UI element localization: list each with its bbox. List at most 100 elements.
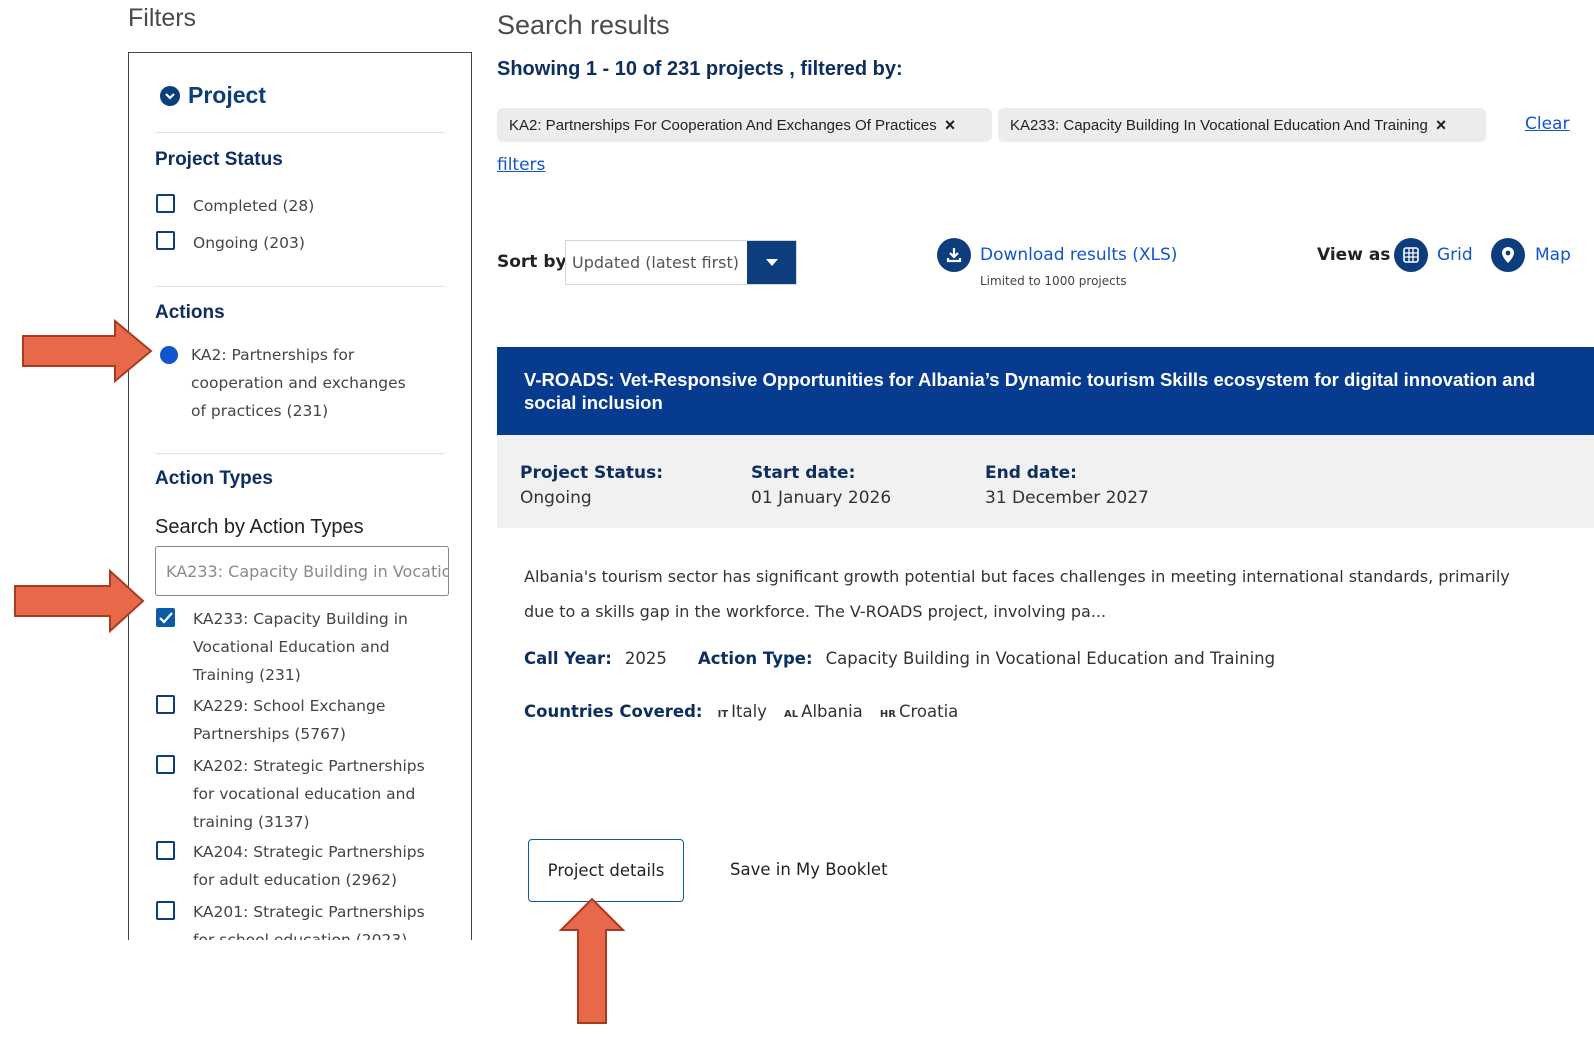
chip-label: KA2: Partnerships For Cooperation And Ex…: [509, 116, 937, 134]
arrow-actions: [22, 318, 153, 384]
divider: [155, 286, 445, 287]
project-status-title: Project Status: [155, 149, 283, 170]
status-label-completed: Completed (28): [193, 197, 315, 215]
map-pin-icon[interactable]: [1491, 238, 1525, 272]
sort-value: Updated (latest first): [572, 253, 739, 272]
results-count: Showing 1 - 10 of 231 projects , filtere…: [497, 58, 903, 80]
action-label-line: cooperation and exchanges: [191, 374, 406, 392]
action-type-option-ka229[interactable]: KA229: School Exchange Partnerships (576…: [193, 692, 385, 748]
country-name: Croatia: [898, 702, 959, 721]
action-type-option-ka204[interactable]: KA204: Strategic Partnerships for adult …: [193, 838, 425, 894]
action-type-option-ka202[interactable]: KA202: Strategic Partnerships for vocati…: [193, 752, 425, 836]
download-icon[interactable]: [937, 238, 971, 272]
countries-label: Countries Covered:: [524, 702, 703, 721]
countries-row: Countries Covered: IT Italy AL Albania HR C…: [524, 702, 958, 721]
status-option-ongoing[interactable]: [156, 231, 175, 250]
option-line: KA202: Strategic Partnerships: [193, 757, 425, 775]
option-line: KA201: Strategic Partnerships: [193, 903, 425, 921]
view-map-link[interactable]: Map: [1535, 245, 1571, 265]
card-title-line: V-ROADS: Vet-Responsive Opportunities fo…: [524, 369, 1536, 390]
start-date-label: Start date:: [751, 463, 856, 483]
action-types-title: Action Types: [155, 468, 273, 489]
option-line: Training (231): [193, 666, 301, 684]
checkbox-checked[interactable]: [156, 608, 175, 627]
start-date-value: 01 January 2026: [751, 488, 892, 508]
status-label-ongoing: Ongoing (203): [193, 234, 305, 252]
arrow-project-details: [558, 897, 626, 1024]
end-date-value: 31 December 2027: [985, 488, 1149, 508]
actions-title: Actions: [155, 302, 225, 323]
action-types-search-label: Search by Action Types: [155, 516, 364, 538]
checkbox[interactable]: [156, 755, 175, 774]
filters-title: Filters: [128, 4, 197, 32]
description-line: Albania's tourism sector has significant…: [524, 567, 1510, 586]
call-year-label: Call Year:: [524, 649, 612, 668]
view-as-label: View as: [1317, 245, 1391, 265]
chip-label: KA233: Capacity Building In Vocational E…: [1010, 116, 1428, 134]
option-line: KA233: Capacity Building in: [193, 610, 408, 628]
project-details-button[interactable]: Project details: [528, 839, 684, 902]
clear-filters-link[interactable]: Clear: [1525, 114, 1569, 134]
status-label: Project Status:: [520, 463, 663, 483]
country-name: Italy: [731, 702, 767, 721]
action-types-search-input[interactable]: KA233: Capacity Building in Vocatio: [155, 546, 449, 596]
country-item: IT Italy: [718, 702, 767, 721]
radio-selected[interactable]: [160, 346, 178, 364]
project-description: Albania's tourism sector has significant…: [524, 559, 1564, 629]
clear-filters-link-cont[interactable]: filters: [497, 155, 545, 175]
description-line: due to a skills gap in the workforce. Th…: [524, 602, 1107, 621]
project-card-title[interactable]: V-ROADS: Vet-Responsive Opportunities fo…: [497, 347, 1594, 435]
end-date-label: End date:: [985, 463, 1077, 483]
country-item: AL Albania: [784, 702, 863, 721]
project-section-header[interactable]: Project: [160, 82, 266, 109]
divider: [155, 453, 445, 454]
checkbox[interactable]: [156, 901, 175, 920]
filter-chip-ka2: KA2: Partnerships For Cooperation And Ex…: [497, 108, 992, 142]
country-code: AL: [784, 709, 799, 720]
option-line: training (3137): [193, 813, 310, 831]
country-code: IT: [717, 709, 729, 720]
option-line: KA204: Strategic Partnerships: [193, 843, 425, 861]
action-label-line: KA2: Partnerships for: [191, 346, 355, 364]
remove-chip-icon[interactable]: ×: [945, 115, 956, 136]
call-year-value: 2025: [624, 649, 667, 668]
status-value: Ongoing: [520, 488, 592, 508]
results-title: Search results: [497, 10, 670, 40]
action-label-line: of practices (231): [191, 402, 329, 420]
option-line: for adult education (2962): [193, 871, 398, 889]
country-code: HR: [879, 709, 896, 720]
checkbox[interactable]: [156, 841, 175, 860]
arrow-action-types: [14, 568, 145, 634]
action-type-option-ka233[interactable]: KA233: Capacity Building in Vocational E…: [193, 605, 408, 689]
action-type-value: Capacity Building in Vocational Educatio…: [825, 649, 1276, 668]
dropdown-button[interactable]: [747, 241, 796, 284]
grid-icon[interactable]: [1394, 238, 1428, 272]
chevron-down-icon: [160, 85, 180, 106]
country-item: HR Croatia: [880, 702, 958, 721]
checkbox[interactable]: [156, 194, 175, 213]
sort-select[interactable]: Updated (latest first): [565, 240, 797, 285]
remove-chip-icon[interactable]: ×: [1436, 115, 1447, 136]
project-section-title: Project: [188, 82, 266, 108]
download-results-link[interactable]: Download results (XLS): [980, 245, 1177, 265]
caret-down-icon: [765, 259, 778, 266]
divider: [155, 132, 445, 133]
sort-label: Sort by: [497, 252, 567, 272]
option-line: Partnerships (5767): [193, 725, 346, 743]
checkmark-icon: [158, 611, 173, 624]
call-year-row: Call Year: 2025 Action Type: Capacity Bu…: [524, 649, 1275, 668]
card-title-line: social inclusion: [524, 392, 663, 413]
filter-chip-ka233: KA233: Capacity Building In Vocational E…: [998, 108, 1486, 142]
action-option-ka2[interactable]: KA2: Partnerships for cooperation and ex…: [191, 341, 406, 425]
view-grid-link[interactable]: Grid: [1437, 245, 1473, 265]
download-limit-note: Limited to 1000 projects: [980, 274, 1127, 288]
checkbox[interactable]: [156, 695, 175, 714]
country-name: Albania: [801, 702, 863, 721]
option-line: KA229: School Exchange: [193, 697, 386, 715]
status-option-completed[interactable]: [156, 194, 175, 213]
option-line: Vocational Education and: [193, 638, 390, 656]
page-bottom-area: [0, 940, 1594, 1040]
save-booklet-button[interactable]: Save in My Booklet: [730, 860, 888, 879]
action-type-label: Action Type:: [697, 649, 813, 668]
checkbox[interactable]: [156, 231, 175, 250]
